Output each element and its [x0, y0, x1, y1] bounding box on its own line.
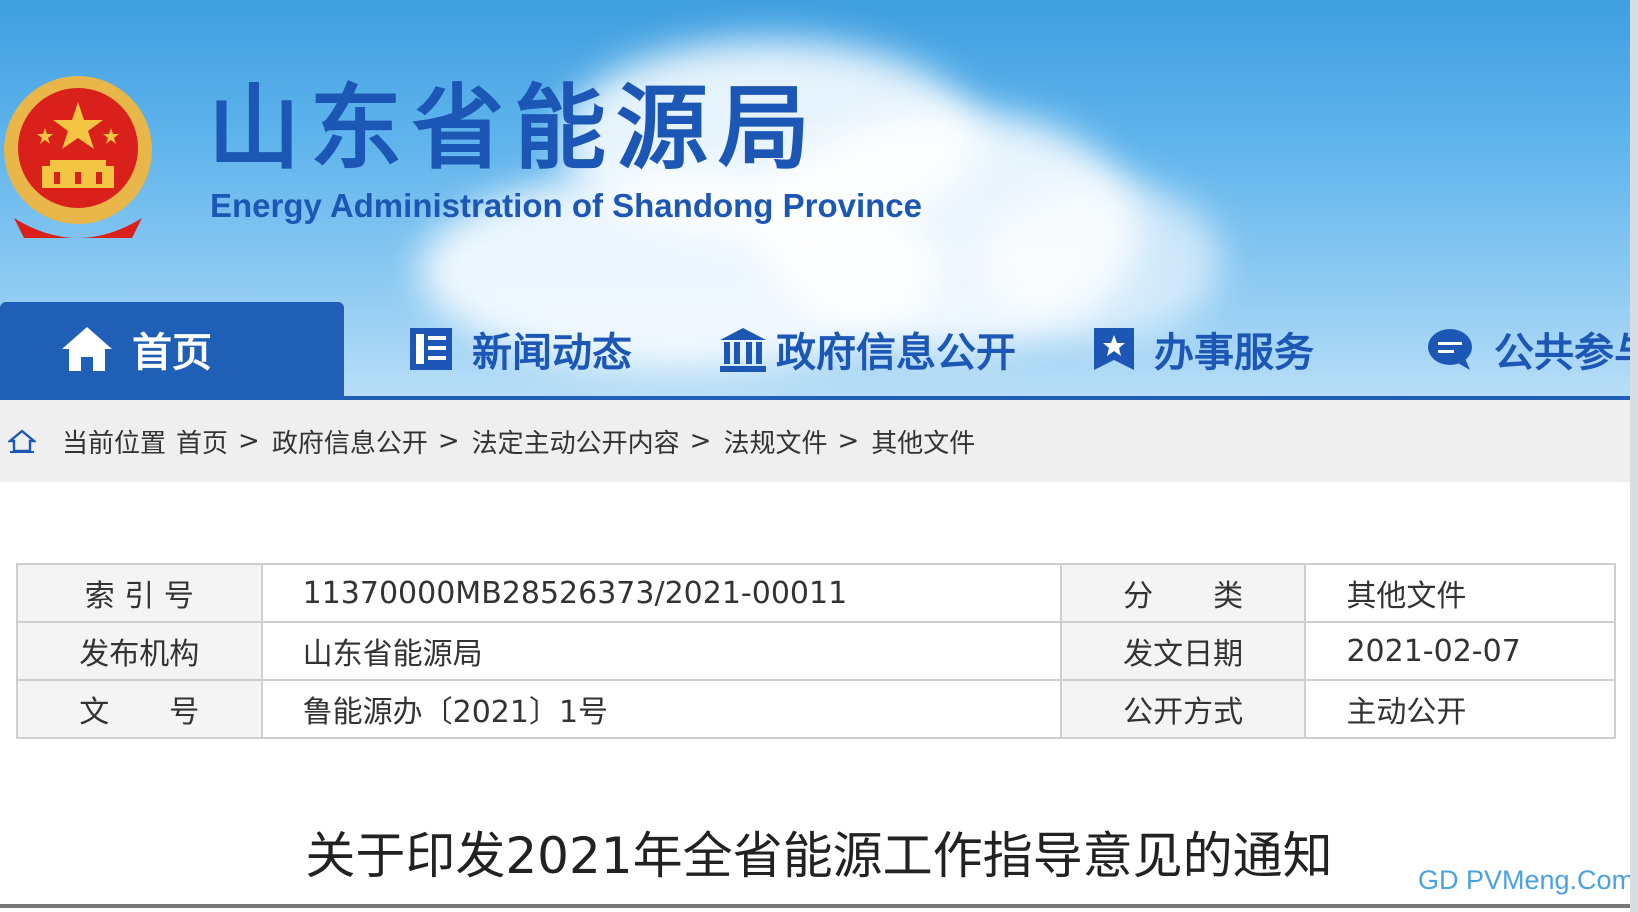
breadcrumb-prefix: 当前位置: [62, 428, 167, 459]
breadcrumb-link[interactable]: 法定主动公开内容: [472, 423, 680, 460]
breadcrumb-current[interactable]: 其他文件: [871, 423, 975, 460]
nav-item-label: 政府信息公开: [776, 330, 1016, 376]
meta-value-publisher: 山东省能源局: [260, 621, 1062, 681]
meta-label-index: 索 引 号: [16, 563, 263, 623]
meta-value-category: 其他文件: [1304, 563, 1616, 623]
meta-value-disclosure: 主动公开: [1304, 679, 1616, 739]
main-nav: 首页 新闻动态 政府信息公开 办事服务 公共参与: [0, 302, 1638, 402]
meta-label-category: 分 类: [1059, 563, 1307, 623]
breadcrumb-link[interactable]: 首页: [176, 423, 228, 460]
nav-item-label: 办事服务: [1154, 330, 1314, 376]
meta-label-disclosure: 公开方式: [1059, 679, 1307, 739]
site-title: 山东省能源局: [208, 75, 821, 182]
nav-item-news[interactable]: 新闻动态: [408, 302, 632, 396]
meta-label-publisher: 发布机构: [16, 621, 263, 681]
nav-item-label: 首页: [132, 330, 212, 376]
chat-bubble-icon: [1426, 326, 1476, 372]
newspaper-icon: [408, 326, 454, 372]
nav-item-services[interactable]: 办事服务: [1092, 302, 1314, 396]
site-subtitle: Energy Administration of Shandong Provin…: [210, 187, 923, 224]
national-emblem-logo: [4, 76, 152, 238]
home-icon[interactable]: [8, 429, 36, 453]
nav-item-public[interactable]: 公共参与: [1426, 302, 1630, 396]
breadcrumb-link[interactable]: 法规文件: [723, 423, 827, 460]
meta-label-doc-number: 文 号: [16, 679, 263, 739]
meta-value-date: 2021-02-07: [1304, 621, 1616, 681]
breadcrumb-separator: >: [837, 426, 860, 456]
meta-value-doc-number: 鲁能源办〔2021〕1号: [260, 679, 1062, 739]
title-divider: [0, 904, 1630, 908]
document-title: 关于印发2021年全省能源工作指导意见的通知: [305, 827, 1333, 885]
bookmark-star-icon: [1092, 326, 1136, 372]
meta-value-index: 11370000MB28526373/2021-00011: [260, 563, 1062, 623]
watermark: GD PVMeng.Com: [1418, 865, 1635, 895]
breadcrumb: 当前位置 首页 > 政府信息公开 > 法定主动公开内容 > 法规文件 > 其他文件: [0, 400, 1638, 482]
document-meta-table: 索 引 号 11370000MB28526373/2021-00011 分 类 …: [16, 563, 1616, 739]
window-edge: [1630, 0, 1638, 912]
nav-item-home[interactable]: 首页: [0, 302, 344, 396]
nav-item-label: 公共参与: [1494, 330, 1630, 376]
government-building-icon: [718, 326, 768, 372]
breadcrumb-link[interactable]: 政府信息公开: [272, 423, 428, 460]
table-row: 文 号 鲁能源办〔2021〕1号 公开方式 主动公开: [16, 679, 1616, 739]
table-row: 索 引 号 11370000MB28526373/2021-00011 分 类 …: [16, 563, 1616, 623]
nav-item-label: 新闻动态: [472, 330, 632, 376]
table-row: 发布机构 山东省能源局 发文日期 2021-02-07: [16, 621, 1616, 681]
meta-label-date: 发文日期: [1059, 621, 1307, 681]
breadcrumb-separator: >: [238, 426, 260, 456]
breadcrumb-separator: >: [437, 426, 460, 456]
breadcrumb-separator: >: [689, 426, 712, 456]
home-icon: [60, 325, 114, 373]
nav-item-gov-info[interactable]: 政府信息公开: [718, 302, 1016, 396]
